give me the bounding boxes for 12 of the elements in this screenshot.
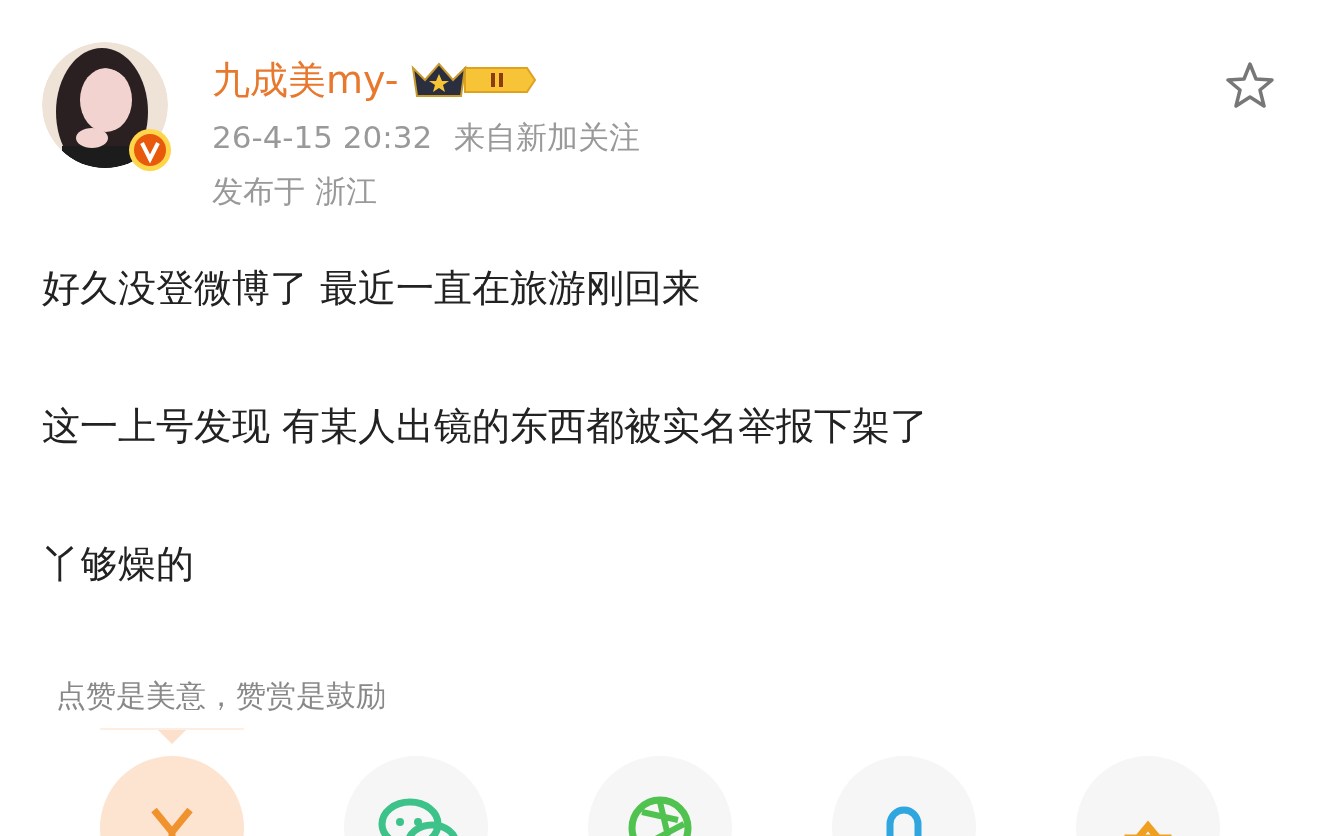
- pin-icon: [886, 806, 922, 836]
- aperture-icon: [628, 796, 692, 836]
- chat-bubbles-icon: [378, 798, 460, 836]
- reward-hint: 点赞是美意，赞赏是鼓励: [56, 677, 386, 715]
- post-location: 发布于 浙江: [212, 172, 377, 211]
- yuan-icon: [150, 806, 194, 836]
- post-time: 26-4-15 20:32: [212, 118, 433, 157]
- post-paragraph: 丫够燥的: [42, 541, 194, 588]
- author-name[interactable]: 九成美my-: [212, 54, 399, 106]
- post-paragraph: 好久没登微博了 最近一直在旅游刚回来: [42, 265, 701, 312]
- post-paragraph: 这一上号发现 有某人出镜的东西都被实名举报下架了: [42, 403, 929, 450]
- post-source: 来自新加关注: [454, 118, 641, 157]
